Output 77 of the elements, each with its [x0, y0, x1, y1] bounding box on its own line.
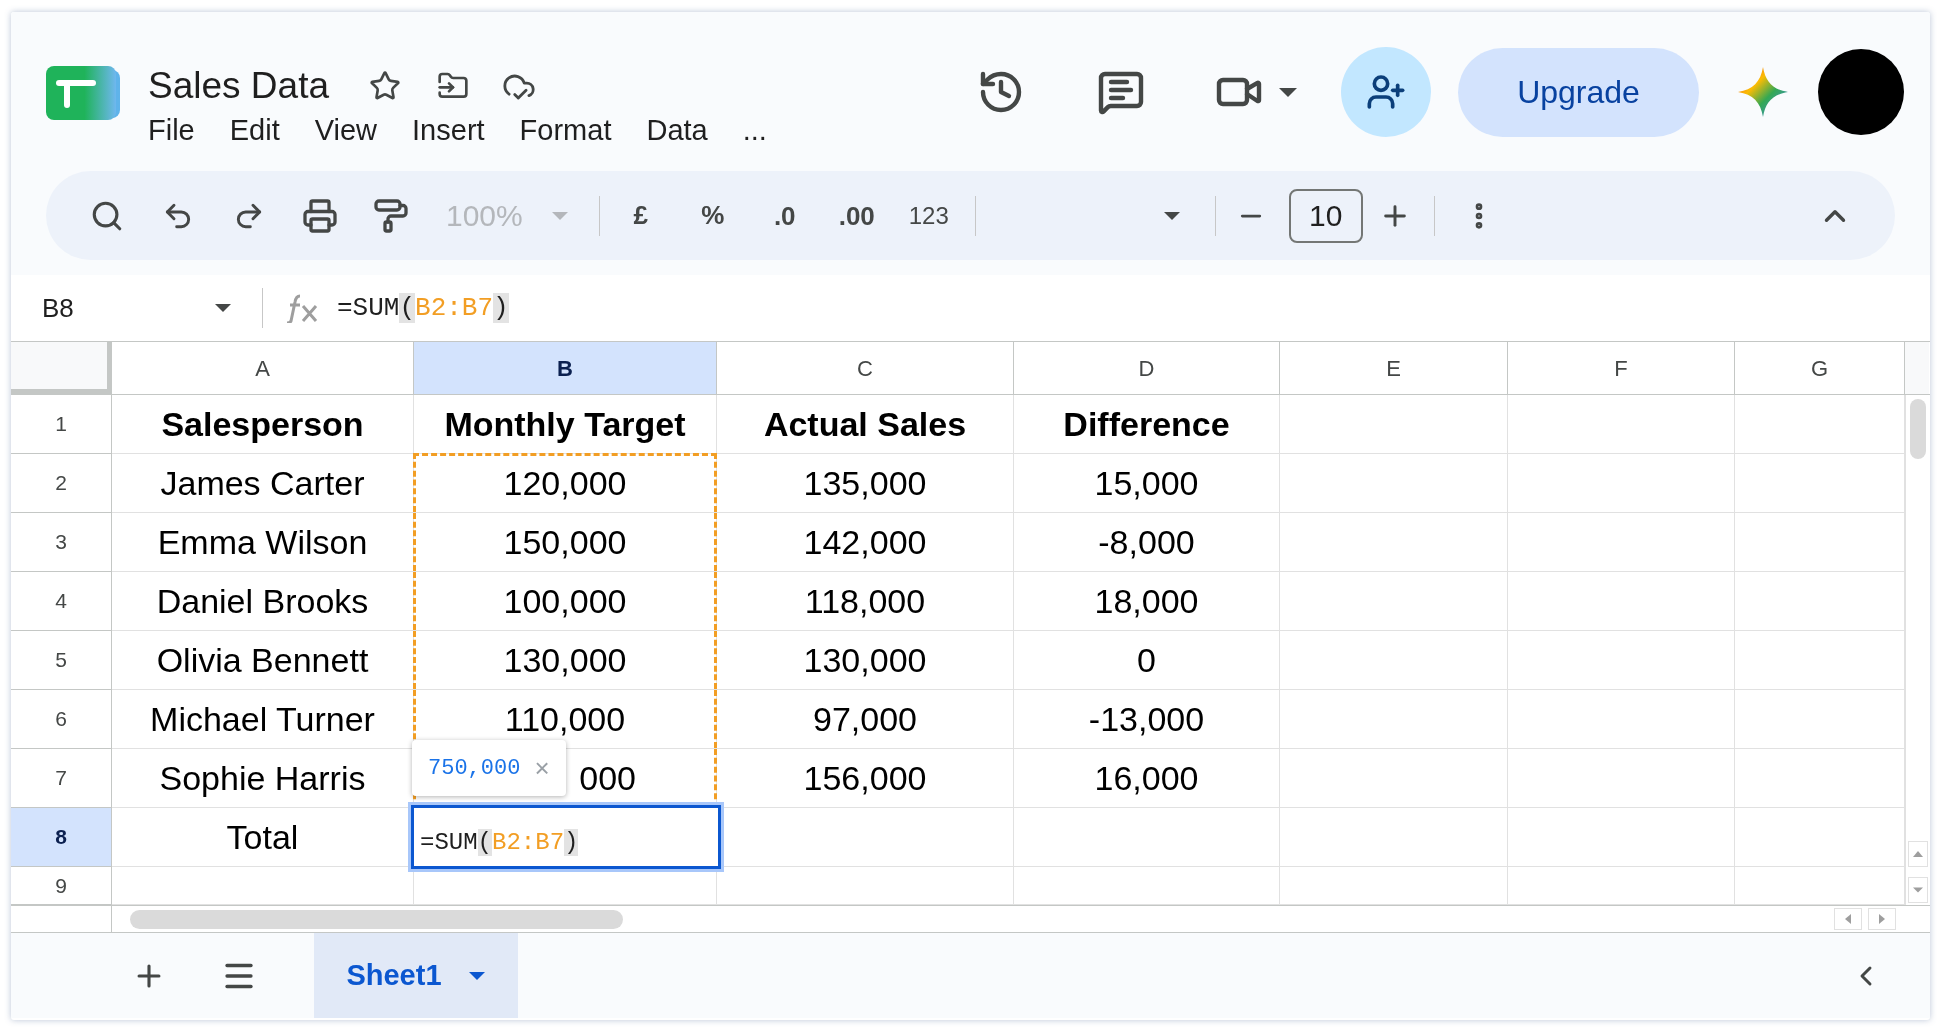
cell-text: -13,000	[1087, 698, 1206, 740]
menu-item[interactable]: Format	[519, 112, 612, 148]
app-logo[interactable]	[46, 66, 122, 122]
cell-text: Salesperson	[160, 403, 365, 445]
person-add-icon	[1366, 72, 1406, 112]
scroll-down-icon[interactable]	[1907, 877, 1928, 903]
row-header[interactable]: 7	[11, 749, 112, 808]
cell-formula: =SUM(B2:B7)	[420, 829, 579, 856]
row-header[interactable]: 1	[11, 395, 112, 454]
cell-text: 118,000	[803, 580, 927, 622]
menu-item[interactable]: Insert	[412, 112, 485, 148]
scroll-up-icon[interactable]	[1907, 841, 1928, 867]
cell-text: 100,000	[502, 580, 628, 622]
cell-text: 130,000	[802, 639, 928, 681]
cell-text: 135,000	[802, 462, 928, 504]
menu-item[interactable]: View	[314, 112, 378, 148]
caret-icon	[467, 971, 486, 980]
row-header[interactable]: 9	[11, 867, 112, 905]
document-title[interactable]: Sales Data	[148, 64, 329, 108]
scroll-left-icon[interactable]	[1834, 908, 1862, 930]
cell-text: Emma Wilson	[156, 521, 369, 563]
scroll-right-icon[interactable]	[1868, 908, 1896, 930]
row-header[interactable]: 3	[11, 513, 112, 572]
menu-item[interactable]: ...	[742, 112, 767, 148]
cell-text: Michael Turner	[149, 698, 376, 740]
caret-icon	[1162, 211, 1181, 220]
cell-text: 110,000	[503, 698, 627, 740]
cell-text: 15,000	[1093, 462, 1200, 504]
cell-text: James Carter	[159, 462, 366, 504]
sheet-tab[interactable]: Sheet1	[314, 933, 518, 1018]
cell-text: Actual Sales	[762, 403, 968, 445]
cell-text: 18,000	[1093, 580, 1200, 622]
scrollbar-thumb[interactable]	[130, 909, 623, 929]
menu-item[interactable]: Data	[646, 112, 708, 148]
function-icon	[285, 293, 319, 323]
percent-button[interactable]: %	[688, 196, 737, 235]
cell-text: Daniel Brooks	[155, 580, 370, 622]
cell-text: 130,000	[502, 639, 628, 681]
cell-text: 156,000	[802, 757, 928, 799]
cell-text: 142,000	[802, 521, 928, 563]
row-header[interactable]: 5	[11, 631, 112, 690]
cell-editor[interactable]: =SUM(B2:B7)	[411, 805, 721, 869]
sparkle-icon[interactable]	[1738, 67, 1788, 117]
cell-text: Sophie Harris	[158, 757, 367, 799]
column-header[interactable]: B	[414, 342, 717, 394]
formula-result: 750,000	[428, 754, 521, 783]
cell-text: Difference	[1062, 403, 1231, 445]
formula-text: =SUM(B2:B7)	[337, 291, 509, 325]
scrollbar-thumb[interactable]	[1909, 399, 1926, 459]
row-header[interactable]: 4	[11, 572, 112, 631]
cell-text: Monthly Target	[443, 403, 687, 445]
row-header[interactable]: 8	[11, 808, 112, 867]
caret-icon	[1912, 887, 1923, 893]
caret-icon	[214, 304, 232, 312]
cell-text: 000	[579, 757, 636, 799]
cell-text: Olivia Bennett	[155, 639, 370, 681]
caret-icon	[550, 211, 569, 220]
increase-decimals-button[interactable]: .00	[832, 204, 881, 227]
font-size-field[interactable]: 10	[1288, 188, 1363, 243]
menu-item[interactable]: Edit	[229, 112, 280, 148]
cell-text: 0	[1136, 639, 1157, 681]
cell-text: 120,000	[502, 462, 628, 504]
caret-icon	[1279, 87, 1297, 97]
cell-text: Total	[225, 816, 300, 858]
cell-text: -8,000	[1097, 521, 1196, 563]
cell-text: 16,000	[1093, 757, 1200, 799]
upgrade-button[interactable]: Upgrade	[1458, 47, 1699, 137]
decrease-decimals-button[interactable]: .0	[760, 204, 809, 227]
star-icon[interactable]	[369, 70, 401, 102]
row-header[interactable]: 2	[11, 454, 112, 513]
name-box[interactable]: B8	[42, 288, 232, 328]
row-header[interactable]: 6	[11, 690, 112, 749]
cell-text: 150,000	[502, 521, 628, 563]
menu-item[interactable]: File	[148, 112, 195, 148]
currency-button[interactable]: £	[616, 196, 665, 235]
cell-text: 97,000	[812, 698, 918, 740]
number-format-button[interactable]: 123	[904, 197, 953, 234]
